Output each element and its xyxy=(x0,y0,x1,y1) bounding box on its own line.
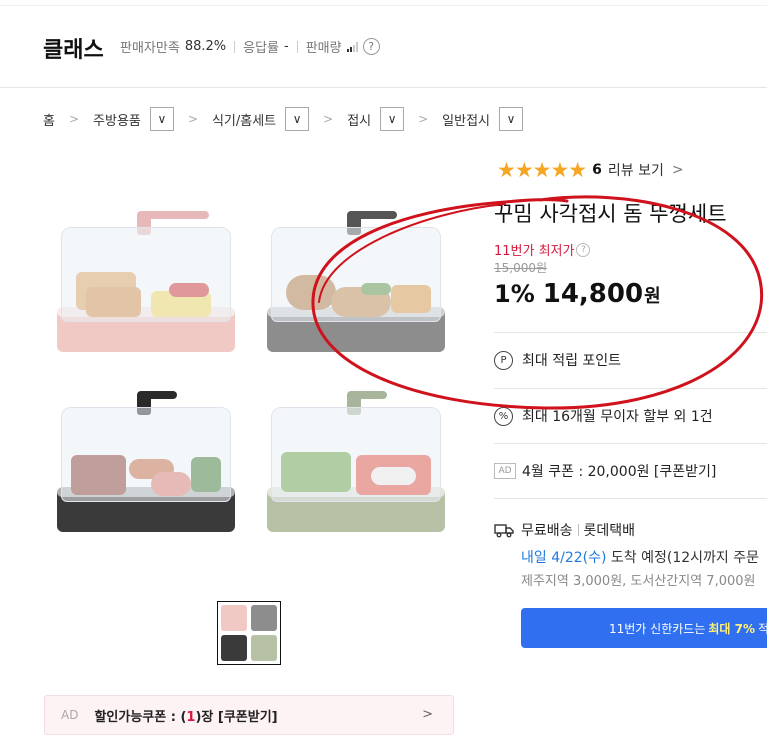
lowest-price-label: 11번가 최저가 ? xyxy=(494,240,591,259)
sales-label: 판매량 xyxy=(305,41,342,56)
chevron-down-icon[interactable]: ∨ xyxy=(499,107,524,131)
help-icon[interactable]: ? xyxy=(576,242,591,257)
divider xyxy=(494,443,767,444)
breadcrumb-label[interactable]: 식기/홈세트 xyxy=(212,110,276,129)
help-icon[interactable]: ? xyxy=(362,38,380,55)
divider xyxy=(234,40,236,53)
point-icon: P xyxy=(494,350,513,370)
product-thumbnail[interactable] xyxy=(217,601,281,665)
breadcrumb: 홈 > 주방용품 ∨ > 식기/홈세트 ∨ > 접시 ∨ > 일반접시 ∨ xyxy=(43,106,524,132)
chevron-down-icon[interactable]: ∨ xyxy=(149,107,174,131)
divider xyxy=(494,388,767,389)
chevron-right-icon: > xyxy=(422,707,433,722)
ad-label: AD xyxy=(61,708,79,722)
breadcrumb-home[interactable]: 홈 xyxy=(43,110,55,129)
chevron-right-icon: > xyxy=(671,162,684,178)
chevron-right-icon: > xyxy=(323,112,334,126)
price-amount: 14,800 xyxy=(542,279,644,309)
delivery-date-highlight: 내일 4/22(수) xyxy=(521,550,607,566)
chevron-down-icon[interactable]: ∨ xyxy=(285,107,310,131)
percent-icon: % xyxy=(494,406,513,426)
product-sage-tray xyxy=(261,387,451,547)
breadcrumb-plate: 접시 ∨ xyxy=(347,107,405,131)
max-point-text: 최대 적립 포인트 xyxy=(522,353,622,369)
product-pink-tray xyxy=(51,207,241,367)
store-header: 클래스 판매자만족 88.2% 응답률 - 판매량 ? xyxy=(0,0,767,88)
sale-price: 1% 14,800 원 xyxy=(494,279,661,309)
max-point-row[interactable]: P 최대 적립 포인트 xyxy=(494,350,621,370)
chevron-down-icon[interactable]: ∨ xyxy=(380,107,405,131)
breadcrumb-label[interactable]: 접시 xyxy=(347,110,371,129)
breadcrumb-label[interactable]: 일반접시 xyxy=(442,110,490,129)
installment-row[interactable]: % 최대 16개월 무이자 할부 외 1건 xyxy=(494,406,713,426)
satisfaction-label: 판매자만족 xyxy=(120,41,180,56)
discount-coupon-bar[interactable]: AD 할인가능쿠폰 : (1)장 [쿠폰받기] > xyxy=(44,695,454,735)
store-stats: 판매자만족 88.2% 응답률 - 판매량 ? xyxy=(120,37,380,56)
breadcrumb-kitchen: 주방용품 ∨ xyxy=(93,107,174,131)
ad-badge: AD xyxy=(494,463,516,479)
april-coupon-text[interactable]: 4월 쿠폰 : 20,000원 [쿠폰받기] xyxy=(522,461,716,481)
carrier: 롯데택배 xyxy=(583,523,636,539)
sales-bars-icon xyxy=(346,41,358,52)
free-shipping: 무료배송 xyxy=(521,523,573,539)
card-max-rate: 최대 7% xyxy=(708,621,756,636)
star-rating-icon: ★★★★★ xyxy=(497,158,587,182)
chevron-right-icon: > xyxy=(187,112,198,126)
product-title: 꾸밈 사각접시 돔 뚜껑세트 xyxy=(494,202,727,226)
divider xyxy=(296,40,298,53)
delivery-date: 내일 4/22(수) 도착 예정(12시까지 주문 xyxy=(521,547,759,567)
response-label: 응답률 xyxy=(243,41,280,56)
satisfaction-value: 88.2% xyxy=(184,39,227,54)
review-link[interactable]: 리뷰 보기 xyxy=(608,160,664,180)
review-count: 6 xyxy=(592,162,602,178)
shinhan-card-banner[interactable]: 11번가 신한카드는 최대 7% 적 xyxy=(521,608,767,648)
chevron-right-icon: > xyxy=(68,112,80,126)
divider xyxy=(494,332,767,333)
discount-rate: 1% xyxy=(494,280,535,308)
response-value: - xyxy=(284,39,289,54)
product-grey-tray xyxy=(261,207,451,367)
product-main-image[interactable] xyxy=(43,195,454,571)
coupon-text: 할인가능쿠폰 : (1)장 [쿠폰받기] xyxy=(94,709,278,725)
truck-icon xyxy=(494,523,514,537)
breadcrumb-tableware: 식기/홈세트 ∨ xyxy=(212,107,310,131)
currency: 원 xyxy=(644,286,661,307)
extra-shipping-fee: 제주지역 3,000원, 도서산간지역 7,000원 xyxy=(521,574,756,589)
april-coupon-row[interactable]: AD 4월 쿠폰 : 20,000원 [쿠폰받기] xyxy=(494,461,716,481)
divider xyxy=(494,498,767,499)
top-divider xyxy=(0,0,767,6)
shipping-row: 무료배송 롯데택배 xyxy=(494,520,635,540)
original-price: 15,000원 xyxy=(494,261,548,275)
store-name[interactable]: 클래스 xyxy=(43,32,104,64)
breadcrumb-label[interactable]: 주방용품 xyxy=(93,110,141,129)
breadcrumb-general-plate: 일반접시 ∨ xyxy=(442,107,524,131)
product-black-tray xyxy=(51,387,241,547)
divider xyxy=(577,524,579,536)
delivery-date-rest: 도착 예정(12시까지 주문 xyxy=(606,550,759,566)
installment-text: 최대 16개월 무이자 할부 외 1건 xyxy=(522,409,713,425)
rating-row[interactable]: ★★★★★ 6 리뷰 보기 > xyxy=(497,158,684,182)
chevron-right-icon: > xyxy=(418,112,429,126)
